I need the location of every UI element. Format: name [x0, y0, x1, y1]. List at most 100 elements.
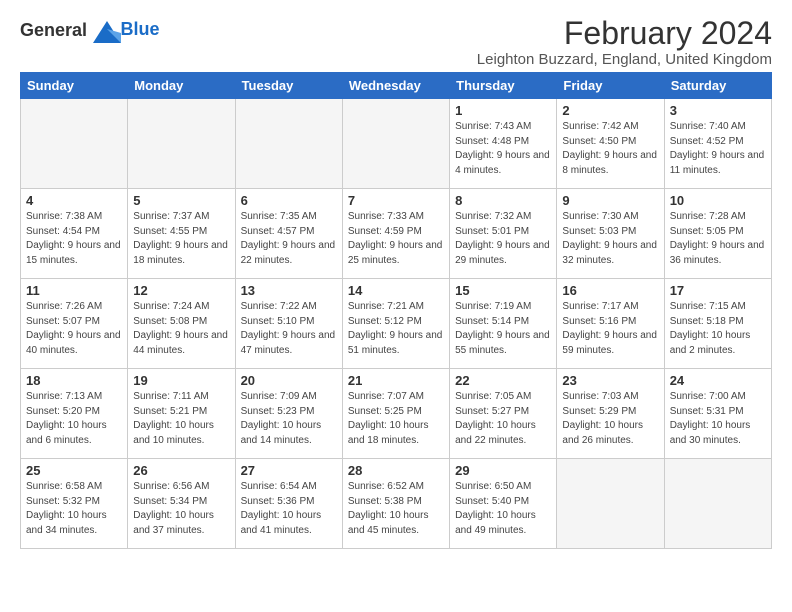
calendar-cell: 4 Sunrise: 7:38 AM Sunset: 4:54 PM Daylig…	[21, 189, 128, 279]
day-info: Sunrise: 7:35 AM Sunset: 4:57 PM Dayligh…	[241, 210, 337, 268]
week-row-0: 1 Sunrise: 7:43 AM Sunset: 4:48 PM Daylig…	[21, 99, 772, 189]
day-number: 28	[348, 463, 444, 478]
day-info: Sunrise: 7:22 AM Sunset: 5:10 PM Dayligh…	[241, 300, 337, 358]
day-number: 18	[26, 373, 122, 388]
day-info: Sunrise: 7:05 AM Sunset: 5:27 PM Dayligh…	[455, 390, 551, 448]
day-info: Sunrise: 7:15 AM Sunset: 5:18 PM Dayligh…	[670, 300, 766, 358]
day-number: 27	[241, 463, 337, 478]
header-thursday: Thursday	[450, 73, 557, 99]
day-info: Sunrise: 7:42 AM Sunset: 4:50 PM Dayligh…	[562, 120, 658, 178]
day-info: Sunrise: 7:32 AM Sunset: 5:01 PM Dayligh…	[455, 210, 551, 268]
day-number: 20	[241, 373, 337, 388]
calendar-cell: 22 Sunrise: 7:05 AM Sunset: 5:27 PM Dayli…	[450, 369, 557, 459]
week-row-4: 25 Sunrise: 6:58 AM Sunset: 5:32 PM Dayli…	[21, 459, 772, 549]
calendar-cell: 10 Sunrise: 7:28 AM Sunset: 5:05 PM Dayli…	[664, 189, 771, 279]
day-info: Sunrise: 6:58 AM Sunset: 5:32 PM Dayligh…	[26, 480, 122, 538]
title-area: February 2024 Leighton Buzzard, England,…	[477, 16, 772, 68]
header-row: SundayMondayTuesdayWednesdayThursdayFrid…	[21, 73, 772, 99]
day-number: 13	[241, 283, 337, 298]
logo-icon	[93, 21, 121, 43]
calendar-cell: 5Sunrise: 7:37 AM Sunset: 4:55 PM Daylig…	[128, 189, 235, 279]
calendar-cell: 18 Sunrise: 7:13 AM Sunset: 5:20 PM Dayli…	[21, 369, 128, 459]
calendar-cell: 27 Sunrise: 6:54 AM Sunset: 5:36 PM Dayli…	[235, 459, 342, 549]
day-info: Sunrise: 7:30 AM Sunset: 5:03 PM Dayligh…	[562, 210, 658, 268]
calendar-cell: 3 Sunrise: 7:40 AM Sunset: 4:52 PM Daylig…	[664, 99, 771, 189]
calendar-cell: 13 Sunrise: 7:22 AM Sunset: 5:10 PM Dayli…	[235, 279, 342, 369]
calendar-cell: 25 Sunrise: 6:58 AM Sunset: 5:32 PM Dayli…	[21, 459, 128, 549]
day-number: 8	[455, 193, 551, 208]
day-number: 12	[133, 283, 229, 298]
header-sunday: Sunday	[21, 73, 128, 99]
day-number: 5	[133, 193, 229, 208]
day-number: 14	[348, 283, 444, 298]
week-row-1: 4 Sunrise: 7:38 AM Sunset: 4:54 PM Daylig…	[21, 189, 772, 279]
calendar-cell: 15Sunrise: 7:19 AM Sunset: 5:14 PM Dayli…	[450, 279, 557, 369]
calendar-cell	[342, 99, 449, 189]
week-row-3: 18 Sunrise: 7:13 AM Sunset: 5:20 PM Dayli…	[21, 369, 772, 459]
calendar-cell: 6 Sunrise: 7:35 AM Sunset: 4:57 PM Daylig…	[235, 189, 342, 279]
day-info: Sunrise: 7:26 AM Sunset: 5:07 PM Dayligh…	[26, 300, 122, 358]
calendar-cell: 17 Sunrise: 7:15 AM Sunset: 5:18 PM Dayli…	[664, 279, 771, 369]
calendar-cell: 20Sunrise: 7:09 AM Sunset: 5:23 PM Dayli…	[235, 369, 342, 459]
day-number: 21	[348, 373, 444, 388]
day-number: 3	[670, 103, 766, 118]
day-number: 22	[455, 373, 551, 388]
calendar-cell: 1 Sunrise: 7:43 AM Sunset: 4:48 PM Daylig…	[450, 99, 557, 189]
header-friday: Friday	[557, 73, 664, 99]
day-info: Sunrise: 6:52 AM Sunset: 5:38 PM Dayligh…	[348, 480, 444, 538]
day-info: Sunrise: 6:54 AM Sunset: 5:36 PM Dayligh…	[241, 480, 337, 538]
day-info: Sunrise: 6:56 AM Sunset: 5:34 PM Dayligh…	[133, 480, 229, 538]
day-info: Sunrise: 7:28 AM Sunset: 5:05 PM Dayligh…	[670, 210, 766, 268]
day-number: 1	[455, 103, 551, 118]
calendar-cell: 28 Sunrise: 6:52 AM Sunset: 5:38 PM Dayli…	[342, 459, 449, 549]
day-number: 29	[455, 463, 551, 478]
calendar-cell: 19Sunrise: 7:11 AM Sunset: 5:21 PM Dayli…	[128, 369, 235, 459]
day-info: Sunrise: 6:50 AM Sunset: 5:40 PM Dayligh…	[455, 480, 551, 538]
day-info: Sunrise: 7:40 AM Sunset: 4:52 PM Dayligh…	[670, 120, 766, 178]
day-number: 19	[133, 373, 229, 388]
logo-blue: Blue	[121, 19, 160, 40]
calendar-cell	[235, 99, 342, 189]
day-info: Sunrise: 7:33 AM Sunset: 4:59 PM Dayligh…	[348, 210, 444, 268]
location-title: Leighton Buzzard, England, United Kingdo…	[477, 51, 772, 68]
calendar-cell: 21 Sunrise: 7:07 AM Sunset: 5:25 PM Dayli…	[342, 369, 449, 459]
day-number: 17	[670, 283, 766, 298]
week-row-2: 11Sunrise: 7:26 AM Sunset: 5:07 PM Dayli…	[21, 279, 772, 369]
calendar-cell: 26Sunrise: 6:56 AM Sunset: 5:34 PM Dayli…	[128, 459, 235, 549]
logo-general: General	[20, 20, 87, 40]
month-title: February 2024	[477, 16, 772, 51]
day-number: 25	[26, 463, 122, 478]
calendar-cell: 7Sunrise: 7:33 AM Sunset: 4:59 PM Daylig…	[342, 189, 449, 279]
day-number: 24	[670, 373, 766, 388]
day-number: 23	[562, 373, 658, 388]
header-saturday: Saturday	[664, 73, 771, 99]
calendar-cell	[557, 459, 664, 549]
calendar-cell: 2 Sunrise: 7:42 AM Sunset: 4:50 PM Daylig…	[557, 99, 664, 189]
calendar-cell: 23 Sunrise: 7:03 AM Sunset: 5:29 PM Dayli…	[557, 369, 664, 459]
day-info: Sunrise: 7:21 AM Sunset: 5:12 PM Dayligh…	[348, 300, 444, 358]
calendar-cell: 24Sunrise: 7:00 AM Sunset: 5:31 PM Dayli…	[664, 369, 771, 459]
calendar-cell: 29 Sunrise: 6:50 AM Sunset: 5:40 PM Dayli…	[450, 459, 557, 549]
day-info: Sunrise: 7:38 AM Sunset: 4:54 PM Dayligh…	[26, 210, 122, 268]
calendar-cell: 9Sunrise: 7:30 AM Sunset: 5:03 PM Daylig…	[557, 189, 664, 279]
calendar-cell: 14 Sunrise: 7:21 AM Sunset: 5:12 PM Dayli…	[342, 279, 449, 369]
header-tuesday: Tuesday	[235, 73, 342, 99]
day-number: 4	[26, 193, 122, 208]
calendar-cell: 8 Sunrise: 7:32 AM Sunset: 5:01 PM Daylig…	[450, 189, 557, 279]
calendar-cell	[21, 99, 128, 189]
calendar-cell	[128, 99, 235, 189]
day-number: 2	[562, 103, 658, 118]
day-info: Sunrise: 7:17 AM Sunset: 5:16 PM Dayligh…	[562, 300, 658, 358]
day-number: 15	[455, 283, 551, 298]
day-info: Sunrise: 7:13 AM Sunset: 5:20 PM Dayligh…	[26, 390, 122, 448]
day-number: 10	[670, 193, 766, 208]
day-info: Sunrise: 7:43 AM Sunset: 4:48 PM Dayligh…	[455, 120, 551, 178]
calendar-cell	[664, 459, 771, 549]
header-monday: Monday	[128, 73, 235, 99]
day-number: 6	[241, 193, 337, 208]
day-info: Sunrise: 7:07 AM Sunset: 5:25 PM Dayligh…	[348, 390, 444, 448]
calendar-table: SundayMondayTuesdayWednesdayThursdayFrid…	[20, 72, 772, 549]
calendar-cell: 12Sunrise: 7:24 AM Sunset: 5:08 PM Dayli…	[128, 279, 235, 369]
calendar-cell: 11Sunrise: 7:26 AM Sunset: 5:07 PM Dayli…	[21, 279, 128, 369]
day-info: Sunrise: 7:03 AM Sunset: 5:29 PM Dayligh…	[562, 390, 658, 448]
